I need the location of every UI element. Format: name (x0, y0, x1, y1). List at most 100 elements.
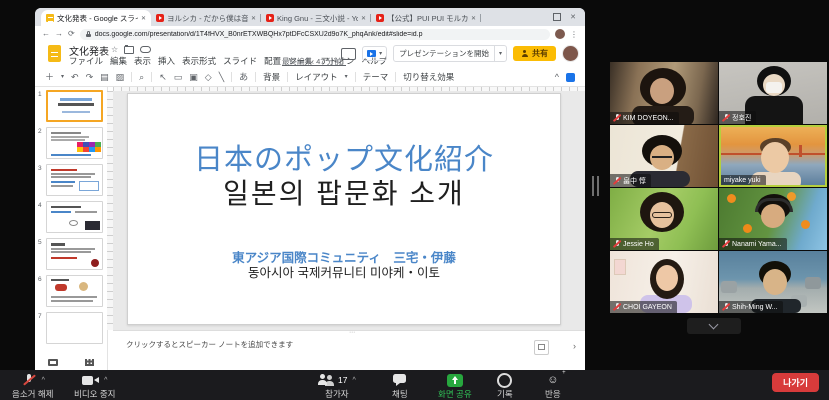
redo-icon[interactable]: ↷ (86, 73, 94, 82)
present-mode-icon-button[interactable]: ▾ (362, 46, 387, 61)
tab-close-icon[interactable]: ✕ (141, 15, 146, 22)
print-icon[interactable]: ▤ (100, 73, 109, 82)
tab-close-icon[interactable]: ✕ (251, 15, 256, 22)
last-edited-link[interactable]: 最終編集: 47 分前（匿名 ... (282, 56, 346, 67)
slides-header-actions: ▾ プレゼンテーションを開始 ▾ 共有 (341, 45, 579, 62)
new-slide-icon[interactable]: ＋ (45, 73, 54, 82)
chevron-up-icon[interactable]: ^ (104, 377, 107, 384)
select-cursor-icon[interactable]: ↖ (159, 73, 167, 82)
extension-icon[interactable] (566, 73, 575, 82)
forward-icon[interactable]: → (55, 30, 63, 38)
tab-youtube-3[interactable]: 【公式】PUI PUI モルカー 第1話... ✕ (371, 10, 481, 26)
tab-youtube-2[interactable]: King Gnu - 三文小説 - YouTube ✕ (261, 10, 371, 26)
move-folder-icon[interactable] (124, 46, 134, 54)
menu-insert[interactable]: 挿入 (158, 55, 175, 67)
tab-slides[interactable]: 文化発表 - Google スライド ✕ (41, 10, 151, 26)
zoom-tool-icon[interactable]: ⌕ (139, 73, 144, 82)
grid-view-icon[interactable] (85, 359, 94, 366)
thumbnail-preview (46, 90, 103, 122)
star-icon[interactable]: ☆ (111, 45, 118, 54)
participant-video-jessie-ho[interactable]: Jessie Ho (610, 188, 718, 250)
insert-image-icon[interactable]: ▣ (189, 73, 198, 82)
share-screen-button[interactable]: 화면 공유 (438, 373, 472, 400)
tab-youtube-1[interactable]: ヨルシカ - だから僕は音楽を辞めた... ✕ (151, 10, 261, 26)
notes-placeholder[interactable]: クリックするとスピーカー ノートを追加できます (126, 339, 293, 350)
participant-video-choi-gayeon[interactable]: CHOI GAYEON (610, 251, 718, 313)
layout-button[interactable]: レイアウト (295, 71, 338, 83)
menu-file[interactable]: ファイル (69, 55, 103, 67)
slide-thumbnail-4[interactable]: 4 (35, 200, 107, 237)
slide-byline-korean[interactable]: 동아시아 국제커뮤니티 미야케・이토 (128, 262, 560, 281)
restore-window-icon[interactable] (553, 13, 561, 21)
browser-menu-icon[interactable]: ⋮ (570, 30, 578, 39)
text-box-icon[interactable]: ▭ (174, 73, 183, 82)
slide-thumbnail-1[interactable]: 1 (35, 89, 107, 126)
slide-thumbnail-5[interactable]: 5 (35, 237, 107, 274)
menu-arrange[interactable]: 配置 (264, 55, 281, 67)
speaker-notes-panel[interactable]: ⋯ クリックするとスピーカー ノートを追加できます › (113, 330, 585, 370)
share-button[interactable]: 共有 (513, 46, 556, 61)
insert-shape-icon[interactable]: ◇ (205, 73, 212, 82)
notes-drag-grip[interactable]: ⋯ (349, 329, 355, 336)
chevron-up-icon[interactable]: ^ (352, 377, 355, 384)
close-window-icon[interactable]: ✕ (570, 13, 576, 21)
record-button[interactable]: 기록 (497, 373, 513, 400)
tab-title: 【公式】PUI PUI モルカー 第1話... (387, 13, 468, 24)
person-lock-icon (521, 50, 528, 57)
slide-title-korean[interactable]: 일본의 팝문화 소개 (128, 172, 560, 212)
mic-muted-icon (613, 240, 621, 249)
chat-button[interactable]: 채팅 (392, 373, 408, 400)
back-icon[interactable]: ← (42, 30, 50, 38)
notes-image-button[interactable] (534, 340, 549, 355)
participants-button[interactable]: 17^ 참가자 (318, 373, 356, 400)
reload-icon[interactable]: ⟳ (68, 30, 75, 38)
participants-icon (318, 374, 335, 386)
chevron-down-icon[interactable]: ▾ (61, 74, 64, 80)
slide-thumbnail-2[interactable]: 2 (35, 126, 107, 163)
browser-profile-avatar[interactable] (555, 29, 565, 39)
collapse-toolbar-icon[interactable]: ^ (555, 73, 559, 82)
tab-close-icon[interactable]: ✕ (471, 15, 476, 22)
unmute-button[interactable]: ^ 음소거 해제 (12, 373, 53, 400)
notes-expand-icon[interactable]: › (573, 341, 576, 351)
participant-video-hatakenaka[interactable]: 畠中 惇 (610, 125, 718, 187)
menu-view[interactable]: 表示 (134, 55, 151, 67)
participant-video-shih-ming[interactable]: Shih-Ming W... (719, 251, 827, 313)
undo-icon[interactable]: ↶ (71, 73, 79, 82)
participant-video-jeong-hojin[interactable]: 정호진 (719, 62, 827, 124)
slide-thumbnail-7[interactable]: 7 (35, 311, 107, 348)
insert-line-icon[interactable]: ╲ (219, 73, 224, 82)
google-slides-logo-icon[interactable] (48, 45, 61, 62)
leave-meeting-button[interactable]: 나가기 (772, 373, 819, 392)
tab-close-icon[interactable]: ✕ (361, 15, 366, 22)
participant-figure (656, 265, 678, 291)
text-tool-icon[interactable]: あ (239, 73, 248, 82)
stop-video-button[interactable]: ^ 비디오 중지 (74, 373, 115, 400)
slide-editor[interactable]: 日本のポップ文化紹介 일본의 팝문화 소개 東アジア国際コミュニティ 三宅・伊藤… (127, 93, 561, 325)
participant-video-miyake-yuki-active-speaker[interactable]: miyake yuki (719, 125, 827, 187)
background-button[interactable]: 背景 (263, 71, 280, 83)
slide-thumbnail-3[interactable]: 3 (35, 163, 107, 200)
collapse-video-panel-button[interactable] (687, 318, 741, 334)
participant-video-nanami-yama[interactable]: Nanami Yama... (719, 188, 827, 250)
paint-format-icon[interactable]: ▨ (116, 73, 125, 82)
hide-menus-icon[interactable] (341, 48, 356, 60)
menu-format[interactable]: 表示形式 (182, 55, 216, 67)
start-presentation-button[interactable]: プレゼンテーションを開始 ▾ (393, 45, 507, 62)
chevron-up-icon[interactable]: ^ (42, 377, 45, 384)
toolbar-divider (395, 72, 396, 82)
reactions-button[interactable]: ☺+ 반응 (545, 373, 561, 400)
participant-figure (650, 78, 674, 104)
participant-video-kim-doyeon[interactable]: KIM DOYEON... (610, 62, 718, 124)
panel-resize-handle[interactable] (592, 176, 599, 196)
transition-button[interactable]: 切り替え効果 (403, 71, 454, 83)
menu-edit[interactable]: 編集 (110, 55, 127, 67)
toolbar-divider (151, 72, 152, 82)
url-omnibox[interactable]: docs.google.com/presentation/d/1T4fHVX_B… (80, 29, 550, 40)
wall-poster (614, 259, 626, 275)
theme-button[interactable]: テーマ (363, 71, 389, 83)
account-avatar[interactable] (562, 45, 579, 62)
menu-slide[interactable]: スライド (223, 55, 257, 67)
slide-thumbnail-6[interactable]: 6 (35, 274, 107, 311)
filmstrip-view-icon[interactable] (48, 359, 58, 366)
